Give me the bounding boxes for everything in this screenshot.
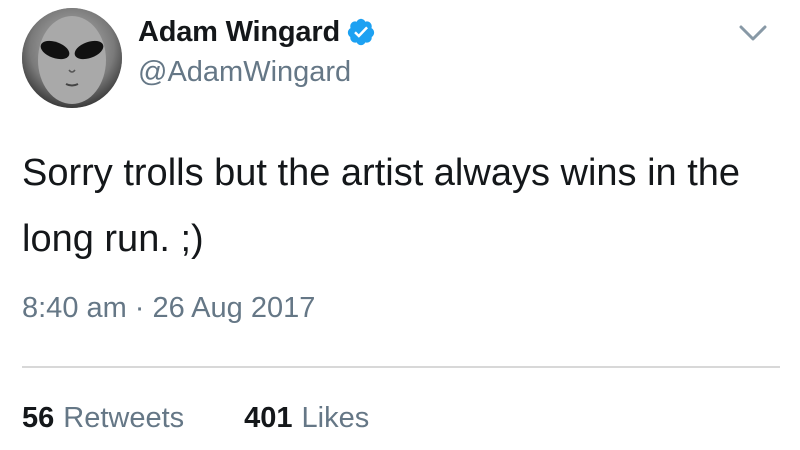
retweets-label: Retweets <box>63 402 185 434</box>
tweet-stats: 56 Retweets 401 Likes <box>22 402 369 435</box>
tweet-text: Sorry trolls but the artist always wins … <box>22 152 741 260</box>
verified-badge-icon <box>346 17 376 47</box>
tweet-timestamp[interactable]: 8:40 am · 26 Aug 2017 <box>22 292 315 325</box>
tweet-date: 26 Aug 2017 <box>152 292 316 324</box>
name-row: Adam Wingard <box>138 12 376 52</box>
timestamp-separator: · <box>134 292 145 324</box>
likes-label: Likes <box>301 402 370 434</box>
tweet-menu-button[interactable] <box>733 18 773 46</box>
user-handle[interactable]: @AdamWingard <box>138 56 376 89</box>
likes-stat[interactable]: 401 Likes <box>244 402 369 435</box>
display-name[interactable]: Adam Wingard <box>138 16 340 49</box>
tweet-card: Adam Wingard @AdamWingard Sorry trolls b… <box>0 0 800 450</box>
retweets-stat[interactable]: 56 Retweets <box>22 402 184 435</box>
divider <box>22 366 780 368</box>
chevron-down-icon <box>739 25 767 41</box>
tweet-time: 8:40 am <box>22 292 127 324</box>
alien-face-icon <box>22 8 122 108</box>
retweets-count: 56 <box>22 402 55 434</box>
likes-count: 401 <box>244 402 293 434</box>
avatar[interactable] <box>22 8 122 108</box>
tweet-header: Adam Wingard @AdamWingard <box>138 12 376 89</box>
